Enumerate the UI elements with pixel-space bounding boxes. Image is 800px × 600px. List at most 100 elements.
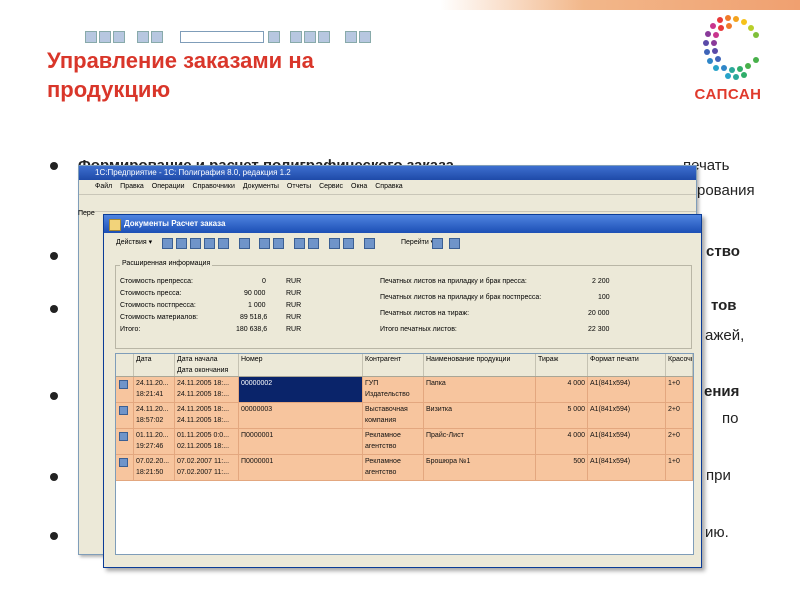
col-date-header[interactable]: Дата [134, 354, 175, 376]
edit-icon[interactable] [190, 238, 201, 249]
info-value: 100 [598, 294, 610, 301]
extended-info-panel: Расширенная информация Стоимость препрес… [115, 260, 692, 349]
start-text: 24.11.2005 18:... [177, 380, 230, 387]
bullet-fragment: при [706, 467, 731, 484]
document-icon [119, 432, 128, 441]
period-cell: 24.11.2005 18:... 24.11.2005 18:... [175, 377, 239, 402]
date-text: 07.02.20... [136, 458, 170, 465]
side-panel-label[interactable]: Пере [78, 210, 106, 224]
col-product-header[interactable]: Наименование продукции [424, 354, 536, 376]
table-icon[interactable] [345, 31, 357, 43]
info-label: Печатных листов на тираж: [380, 310, 470, 317]
copy-icon[interactable] [176, 238, 187, 249]
print-icon[interactable] [359, 31, 371, 43]
info-currency: RUR [286, 278, 302, 285]
table-row[interactable]: 01.11.20... 19:27:46 01.11.2005 0:0... 02.… [116, 429, 693, 455]
col-icon-header [116, 354, 134, 376]
bullet-fragment: рования [697, 182, 755, 199]
col-format-header[interactable]: Формат печати [588, 354, 666, 376]
sort-desc-icon[interactable] [308, 238, 319, 249]
extended-info-title: Расширенная информация [120, 260, 213, 267]
menu-windows[interactable]: Окна [351, 183, 367, 190]
info-currency: RUR [286, 290, 302, 297]
info-label: Итого печатных листов: [380, 326, 457, 333]
info-value: 180 638,6 [236, 326, 268, 333]
time-text: 18:21:50 [136, 469, 164, 476]
contractor-text: Издательство [365, 391, 410, 398]
bookmark-icon[interactable] [290, 31, 302, 43]
calendar-icon[interactable] [318, 31, 330, 43]
save-icon[interactable] [113, 31, 125, 43]
col-circulation-header[interactable]: Тираж [536, 354, 588, 376]
circulation-cell: 4 000 [536, 429, 588, 454]
end-text: 24.11.2005 18:... [177, 417, 230, 424]
refresh-icon[interactable] [432, 238, 443, 249]
post-icon[interactable] [218, 238, 229, 249]
menu-service[interactable]: Сервис [319, 183, 343, 190]
info-label: Стоимость постпресса: [120, 302, 196, 309]
table-row[interactable]: 24.11.20... 18:21:41 24.11.2005 18:... 24.… [116, 377, 693, 403]
info-value: 22 300 [588, 326, 610, 333]
goto-button[interactable]: Перейти ▾ [401, 234, 434, 252]
bullet-dot [50, 162, 58, 170]
circulation-cell: 5 000 [536, 403, 588, 428]
date-text: 24.11.20... [136, 380, 169, 387]
table-header: Дата Дата начала Дата окончания Номер Ко… [116, 354, 693, 377]
color-cell: 1+0 [666, 455, 693, 480]
info-currency: RUR [286, 302, 302, 309]
col-color-header[interactable]: Красочно [666, 354, 693, 376]
filter-icon[interactable] [259, 238, 270, 249]
add-icon[interactable] [162, 238, 173, 249]
table-row[interactable]: 24.11.20... 18:57:02 24.11.2005 18:... 24.… [116, 403, 693, 429]
toolbar-search-input[interactable] [180, 31, 264, 43]
info-label: Стоимость пресса: [120, 290, 182, 297]
new-icon[interactable] [85, 31, 97, 43]
info-label: Стоимость материалов: [120, 314, 198, 321]
menu-edit[interactable]: Правка [120, 183, 144, 190]
print-icon[interactable] [364, 238, 375, 249]
start-text: 01.11.2005 0:0... [177, 432, 230, 439]
menu-operations[interactable]: Операции [152, 183, 185, 190]
info-value: 89 518,6 [240, 314, 268, 321]
structure-icon[interactable] [329, 238, 340, 249]
info-currency: RUR [286, 314, 302, 321]
report-icon[interactable] [343, 238, 354, 249]
date-cell: 24.11.20... 18:57:02 [134, 403, 175, 428]
open-icon[interactable] [99, 31, 111, 43]
delete-icon[interactable] [204, 238, 215, 249]
time-text: 19:27:46 [136, 443, 164, 450]
calc-icon[interactable] [304, 31, 316, 43]
menu-file[interactable]: Файл [95, 183, 112, 190]
copy-icon[interactable] [151, 31, 163, 43]
col-start-label: Дата начала [177, 356, 218, 363]
filter-off-icon[interactable] [273, 238, 284, 249]
info-value: 1 000 [248, 302, 266, 309]
number-cell: П0000001 [239, 455, 363, 480]
col-number-header[interactable]: Номер [239, 354, 363, 376]
table-row[interactable]: 07.02.20... 18:21:50 07.02.2007 11:... 07.… [116, 455, 693, 481]
menu-catalogs[interactable]: Справочники [192, 183, 234, 190]
menu-documents[interactable]: Документы [243, 183, 279, 190]
info-value: 0 [262, 278, 266, 285]
col-start-header[interactable]: Дата начала Дата окончания [175, 354, 239, 376]
col-contractor-header[interactable]: Контрагент [363, 354, 424, 376]
row-icon-cell [116, 403, 134, 428]
color-cell: 1+0 [666, 377, 693, 402]
cut-icon[interactable] [137, 31, 149, 43]
find-icon[interactable] [268, 31, 280, 43]
app-menubar: Файл Правка Операции Справочники Докумен… [79, 180, 696, 194]
document-title: Документы Расчет заказа [124, 219, 226, 228]
bullet-dot [50, 305, 58, 313]
bullet-fragment: по [722, 410, 739, 427]
document-toolbar: Действия ▾ Перейти ▾ [104, 234, 701, 252]
row-icon-cell [116, 377, 134, 402]
actions-button[interactable]: Действия ▾ [116, 234, 152, 252]
contractor-cell: Выставочная компания [363, 403, 424, 428]
sort-icon[interactable] [294, 238, 305, 249]
menu-help[interactable]: Справка [375, 183, 402, 190]
help-icon[interactable] [449, 238, 460, 249]
interval-icon[interactable] [239, 238, 250, 249]
contractor-text: агентство [365, 469, 397, 476]
product-cell: Брошюра №1 [424, 455, 536, 480]
menu-reports[interactable]: Отчеты [287, 183, 311, 190]
